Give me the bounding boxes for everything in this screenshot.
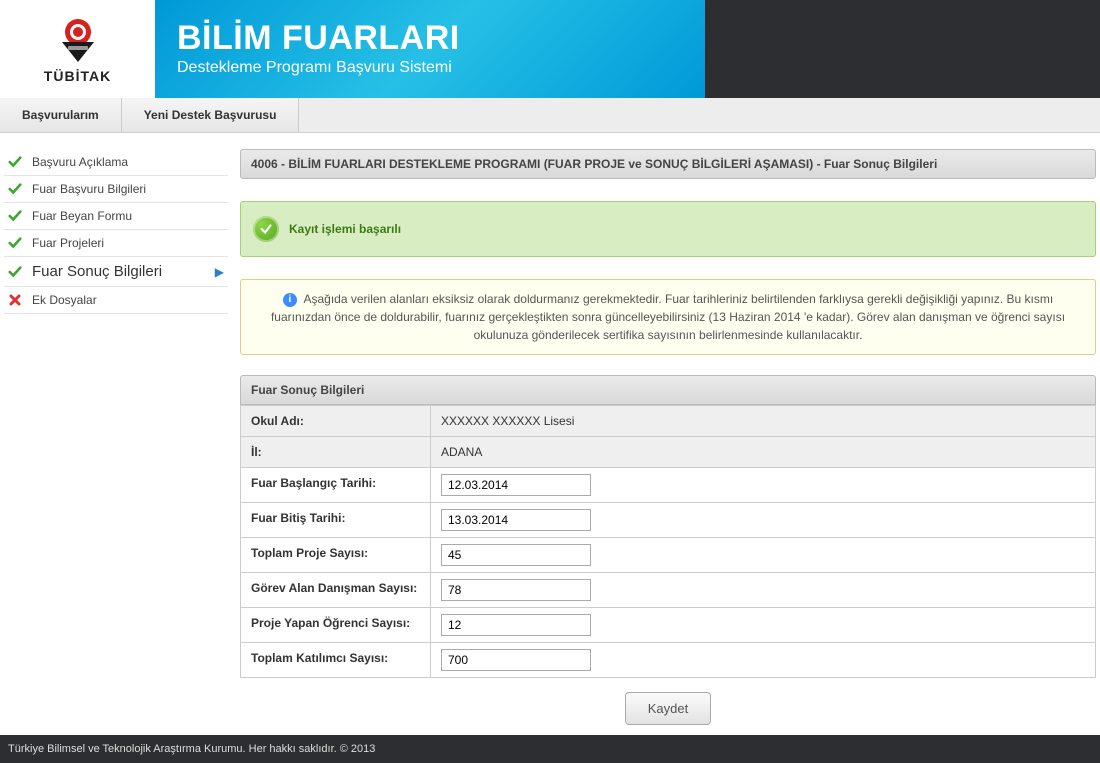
- footer: Türkiye Bilimsel ve Teknolojik Araştırma…: [0, 735, 1100, 763]
- success-check-icon: [253, 216, 279, 242]
- banner: BİLİM FUARLARI Destekleme Programı Başvu…: [155, 0, 705, 98]
- banner-subtitle: Destekleme Programı Başvuru Sistemi: [177, 59, 705, 77]
- input-ogrenci[interactable]: [441, 614, 591, 636]
- header-user-area: [705, 0, 1100, 98]
- input-bitis[interactable]: [441, 509, 591, 531]
- info-message: i Aşağıda verilen alanları eksiksiz olar…: [240, 279, 1096, 355]
- sidebar-item-fuar-projeleri[interactable]: Fuar Projeleri: [4, 230, 228, 257]
- label-proje: Toplam Proje Sayısı:: [241, 538, 431, 572]
- tubitak-logo-icon: [52, 14, 104, 66]
- success-text: Kayıt işlemi başarılı: [289, 222, 401, 236]
- sidebar-item-label: Fuar Beyan Formu: [32, 209, 132, 223]
- x-icon: [6, 294, 24, 306]
- input-katilimci[interactable]: [441, 649, 591, 671]
- row-proje: Toplam Proje Sayısı:: [241, 537, 1095, 572]
- save-button[interactable]: Kaydet: [625, 692, 711, 725]
- row-bitis: Fuar Bitiş Tarihi:: [241, 502, 1095, 537]
- sidebar-item-fuar-beyan[interactable]: Fuar Beyan Formu: [4, 203, 228, 230]
- footer-text: Türkiye Bilimsel ve Teknolojik Araştırma…: [8, 743, 375, 755]
- chevron-right-icon: ▶: [215, 265, 224, 279]
- label-ogrenci: Proje Yapan Öğrenci Sayısı:: [241, 608, 431, 642]
- check-icon: [6, 265, 24, 279]
- info-text: Aşağıda verilen alanları eksiksiz olarak…: [271, 292, 1065, 342]
- section-title: Fuar Sonuç Bilgileri: [240, 375, 1096, 405]
- sidebar-item-ek-dosyalar[interactable]: Ek Dosyalar: [4, 287, 228, 314]
- form-table: Okul Adı: XXXXXX XXXXXX Lisesi İl: ADANA…: [240, 405, 1096, 678]
- logo-block: TÜBİTAK: [0, 0, 155, 98]
- value-okul-adi: XXXXXX XXXXXX Lisesi: [431, 406, 1095, 436]
- content: 4006 - BİLİM FUARLARI DESTEKLEME PROGRAM…: [240, 149, 1096, 729]
- row-danisman: Görev Alan Danışman Sayısı:: [241, 572, 1095, 607]
- sidebar-item-label: Fuar Sonuç Bilgileri: [32, 263, 162, 280]
- tab-yeni-destek[interactable]: Yeni Destek Başvurusu: [122, 98, 300, 132]
- tab-basvurularim[interactable]: Başvurularım: [0, 98, 122, 132]
- success-message: Kayıt işlemi başarılı: [240, 201, 1096, 257]
- input-baslangic[interactable]: [441, 474, 591, 496]
- sidebar-item-fuar-basvuru[interactable]: Fuar Başvuru Bilgileri: [4, 176, 228, 203]
- top-tabs: Başvurularım Yeni Destek Başvurusu: [0, 98, 1100, 133]
- page-title: 4006 - BİLİM FUARLARI DESTEKLEME PROGRAM…: [240, 149, 1096, 179]
- label-danisman: Görev Alan Danışman Sayısı:: [241, 573, 431, 607]
- check-icon: [6, 209, 24, 223]
- label-okul-adi: Okul Adı:: [241, 406, 431, 436]
- input-danisman[interactable]: [441, 579, 591, 601]
- label-bitis: Fuar Bitiş Tarihi:: [241, 503, 431, 537]
- label-il: İl:: [241, 437, 431, 467]
- row-baslangic: Fuar Başlangıç Tarihi:: [241, 467, 1095, 502]
- check-icon: [6, 182, 24, 196]
- row-okul-adi: Okul Adı: XXXXXX XXXXXX Lisesi: [241, 405, 1095, 436]
- check-icon: [6, 155, 24, 169]
- label-baslangic: Fuar Başlangıç Tarihi:: [241, 468, 431, 502]
- logo-label: TÜBİTAK: [44, 68, 111, 84]
- sidebar: Başvuru Açıklama Fuar Başvuru Bilgileri …: [4, 149, 228, 729]
- check-icon: [6, 236, 24, 250]
- row-il: İl: ADANA: [241, 436, 1095, 467]
- label-katilimci: Toplam Katılımcı Sayısı:: [241, 643, 431, 677]
- sidebar-item-label: Ek Dosyalar: [32, 293, 97, 307]
- sidebar-item-label: Fuar Başvuru Bilgileri: [32, 182, 146, 196]
- banner-title: BİLİM FUARLARI: [177, 21, 705, 55]
- header: TÜBİTAK BİLİM FUARLARI Destekleme Progra…: [0, 0, 1100, 98]
- sidebar-item-fuar-sonuc[interactable]: Fuar Sonuç Bilgileri ▶: [4, 257, 228, 287]
- row-katilimci: Toplam Katılımcı Sayısı:: [241, 642, 1095, 677]
- sidebar-item-basvuru-aciklama[interactable]: Başvuru Açıklama: [4, 149, 228, 176]
- sidebar-item-label: Başvuru Açıklama: [32, 155, 128, 169]
- value-il: ADANA: [431, 437, 1095, 467]
- input-proje[interactable]: [441, 544, 591, 566]
- sidebar-item-label: Fuar Projeleri: [32, 236, 104, 250]
- info-icon: i: [283, 293, 297, 307]
- row-ogrenci: Proje Yapan Öğrenci Sayısı:: [241, 607, 1095, 642]
